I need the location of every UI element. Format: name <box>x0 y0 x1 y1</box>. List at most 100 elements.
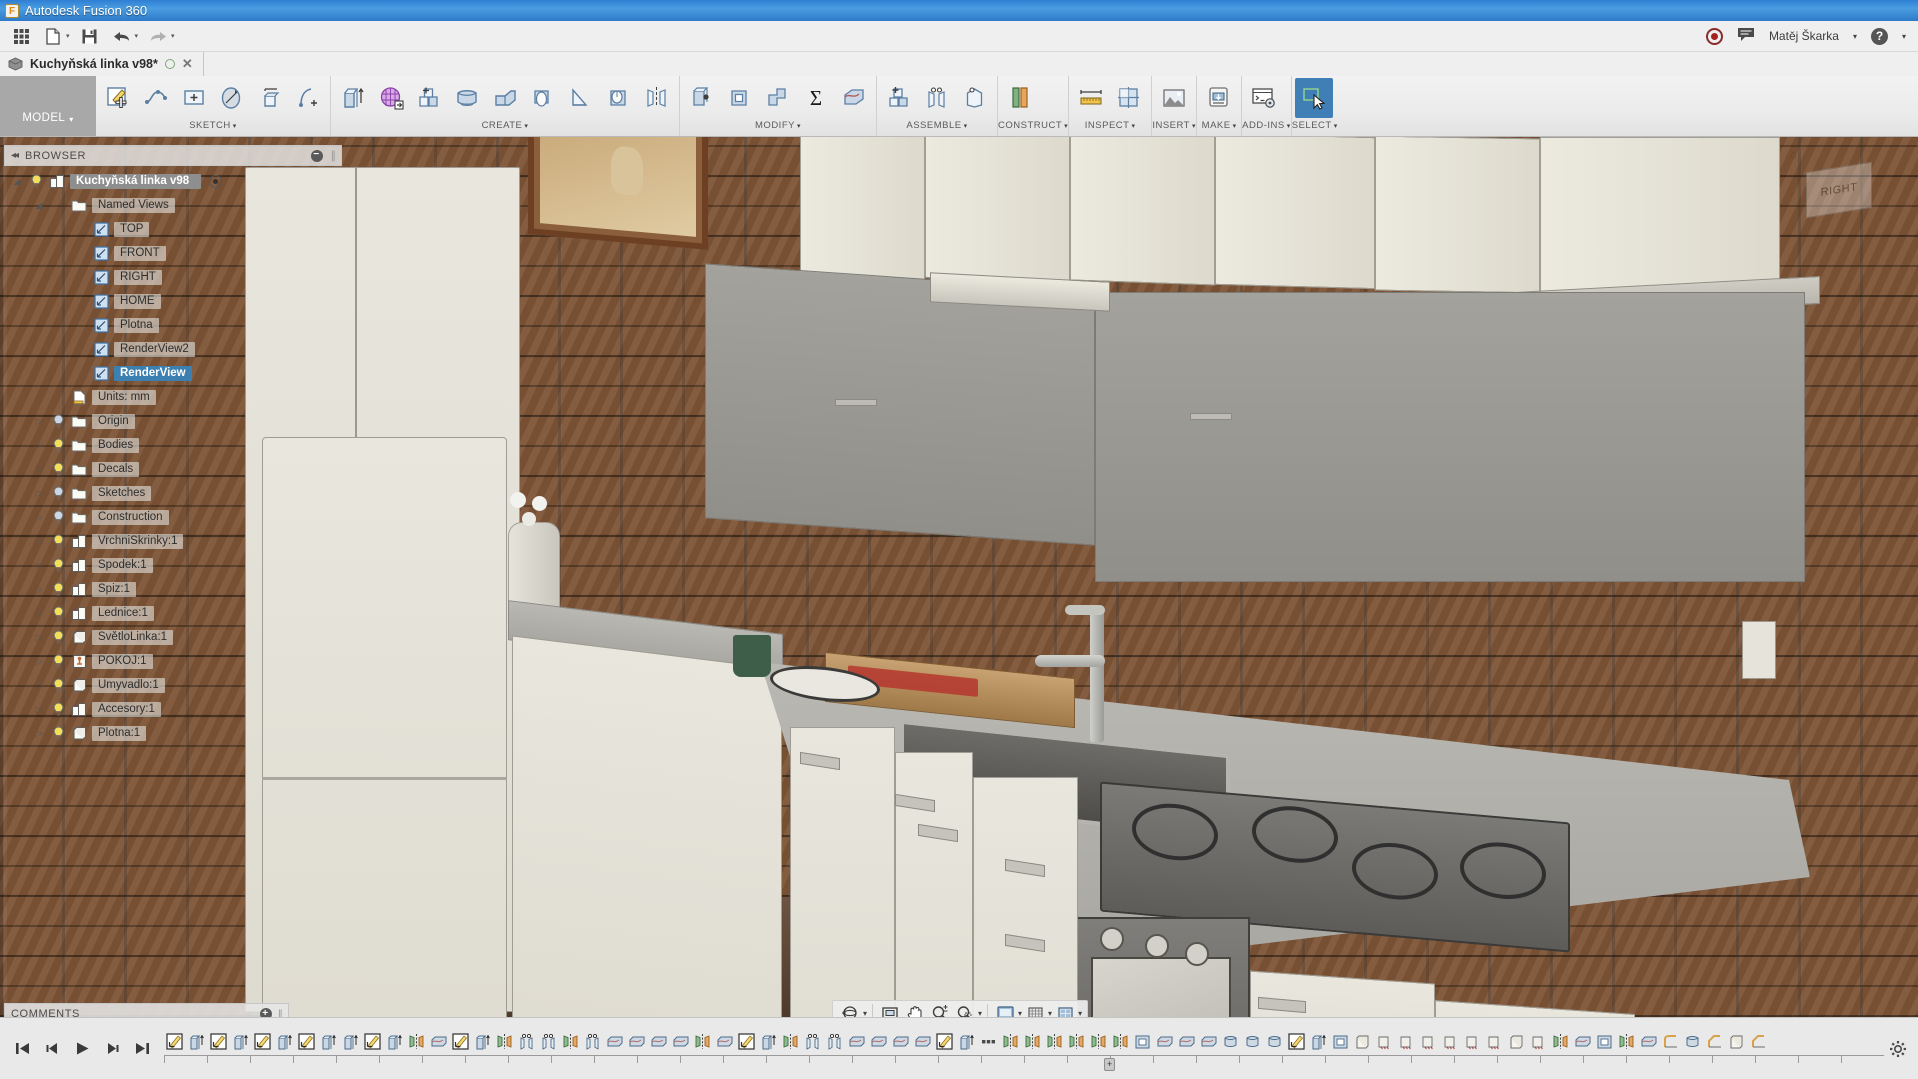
new-file-button[interactable] <box>38 23 68 50</box>
timeline-feature[interactable] <box>450 1029 471 1055</box>
expand-arrow-icon[interactable]: ◢ <box>32 200 46 211</box>
close-icon[interactable]: ✕ <box>182 56 193 72</box>
display-settings-caret-icon[interactable]: ▾ <box>1018 1009 1022 1018</box>
home-view-icon[interactable]: ⌂ <box>1790 149 1797 161</box>
shell-tool[interactable] <box>721 78 759 118</box>
expand-arrow-icon[interactable]: ▷ <box>32 680 46 691</box>
parameters-tool[interactable]: Σ <box>797 78 835 118</box>
timeline-feature[interactable] <box>626 1029 647 1055</box>
timeline-feature[interactable] <box>868 1029 889 1055</box>
visibility-bulb-icon[interactable] <box>50 437 66 453</box>
timeline-feature[interactable] <box>538 1029 559 1055</box>
sweep-tool[interactable] <box>486 78 524 118</box>
timeline-feature[interactable] <box>1616 1029 1637 1055</box>
timeline-feature[interactable] <box>472 1029 493 1055</box>
timeline-feature[interactable] <box>1506 1029 1527 1055</box>
as-built-joint-tool[interactable] <box>956 78 994 118</box>
visibility-bulb-icon[interactable] <box>50 557 66 573</box>
ribbon-panel-caret-icon[interactable]: ▾ <box>1131 123 1135 130</box>
timeline-feature[interactable] <box>1176 1029 1197 1055</box>
redo-button[interactable] <box>143 23 173 50</box>
timeline-feature[interactable] <box>1066 1029 1087 1055</box>
grid-snaps-button[interactable] <box>1023 1002 1047 1017</box>
expand-arrow-icon[interactable]: ◢ <box>10 176 24 187</box>
browser-node-spodek-1[interactable]: ▷ Spodek:1 <box>4 553 342 577</box>
timeline-feature[interactable] <box>230 1029 251 1055</box>
expand-arrow-icon[interactable]: ▷ <box>32 488 46 499</box>
timeline-feature[interactable] <box>340 1029 361 1055</box>
revolve-tool[interactable] <box>448 78 486 118</box>
timeline-feature[interactable] <box>1044 1029 1065 1055</box>
timeline-feature[interactable] <box>582 1029 603 1055</box>
section-analysis-tool[interactable] <box>1110 78 1148 118</box>
timeline-feature[interactable] <box>1330 1029 1351 1055</box>
timeline-go-to-end[interactable] <box>132 1038 152 1060</box>
orbit-button[interactable] <box>838 1002 862 1017</box>
pan-hand-button[interactable] <box>903 1002 927 1017</box>
select-tool[interactable] <box>1294 78 1333 118</box>
timeline-feature[interactable] <box>384 1029 405 1055</box>
expand-arrow-icon[interactable]: ▷ <box>32 440 46 451</box>
timeline-feature[interactable] <box>1462 1029 1483 1055</box>
timeline-feature[interactable] <box>1088 1029 1109 1055</box>
timeline-feature[interactable] <box>1748 1029 1769 1055</box>
new-file-caret-icon[interactable]: ▾ <box>66 32 70 40</box>
create-sketch-tool[interactable] <box>99 78 137 118</box>
timeline-feature[interactable] <box>186 1029 207 1055</box>
timeline-feature[interactable] <box>890 1029 911 1055</box>
look-at-button[interactable] <box>878 1002 902 1017</box>
ribbon-panel-label[interactable]: INSPECT ▾ <box>1069 120 1151 136</box>
timeline-feature[interactable] <box>934 1029 955 1055</box>
pattern-tool[interactable] <box>410 78 448 118</box>
visibility-bulb-icon[interactable] <box>50 605 66 621</box>
browser-node-sv-tlolinka-1[interactable]: ▷ SvětloLinka:1 <box>4 625 342 649</box>
browser-node-home[interactable]: HOME <box>4 289 342 313</box>
timeline-feature[interactable] <box>318 1029 339 1055</box>
save-button[interactable] <box>75 23 105 50</box>
browser-node-front[interactable]: FRONT <box>4 241 342 265</box>
timeline-feature[interactable] <box>758 1029 779 1055</box>
timeline-feature[interactable] <box>1682 1029 1703 1055</box>
help-icon[interactable]: ? <box>1870 27 1888 45</box>
browser-node-named-views[interactable]: ◢ Named Views <box>4 193 342 217</box>
ribbon-panel-caret-icon[interactable]: ▾ <box>233 123 237 130</box>
timeline-feature[interactable] <box>824 1029 845 1055</box>
expand-arrow-icon[interactable]: ▷ <box>32 464 46 475</box>
timeline-feature[interactable] <box>560 1029 581 1055</box>
timeline-feature[interactable] <box>164 1029 185 1055</box>
timeline-feature[interactable] <box>956 1029 977 1055</box>
visibility-bulb-icon[interactable] <box>50 533 66 549</box>
visibility-bulb-icon[interactable] <box>50 701 66 717</box>
timeline-track[interactable]: + <box>164 1027 1884 1071</box>
timeline-feature[interactable] <box>846 1029 867 1055</box>
ribbon-panel-caret-icon[interactable]: ▾ <box>1233 123 1237 130</box>
browser-node-renderview2[interactable]: RenderView2 <box>4 337 342 361</box>
timeline-feature[interactable] <box>692 1029 713 1055</box>
timeline-feature[interactable] <box>714 1029 735 1055</box>
view-cube[interactable]: ⌂ RIGHT <box>1788 143 1906 247</box>
timeline-feature[interactable] <box>1704 1029 1725 1055</box>
timeline-feature[interactable] <box>802 1029 823 1055</box>
visibility-bulb-icon[interactable] <box>50 581 66 597</box>
ribbon-panel-caret-icon[interactable]: ▾ <box>1334 123 1338 130</box>
timeline-feature[interactable] <box>296 1029 317 1055</box>
timeline-feature[interactable] <box>362 1029 383 1055</box>
timeline-feature[interactable] <box>780 1029 801 1055</box>
timeline-feature[interactable] <box>1726 1029 1747 1055</box>
sketch-fillet-tool[interactable] <box>289 78 327 118</box>
browser-node-plotna-1[interactable]: ▷ Plotna:1 <box>4 721 342 745</box>
timeline-go-to-beginning[interactable] <box>12 1038 32 1060</box>
ribbon-panel-label[interactable]: CREATE ▾ <box>331 120 679 136</box>
ribbon-panel-label[interactable]: CONSTRUCT ▾ <box>998 120 1068 136</box>
browser-node-origin[interactable]: ▷ Origin <box>4 409 342 433</box>
timeline-feature[interactable] <box>1220 1029 1241 1055</box>
visibility-bulb-icon[interactable] <box>50 485 66 501</box>
timeline-feature[interactable] <box>1550 1029 1571 1055</box>
timeline-feature[interactable] <box>1660 1029 1681 1055</box>
browser-node-plotna[interactable]: Plotna <box>4 313 342 337</box>
timeline-feature[interactable] <box>208 1029 229 1055</box>
fit-button[interactable] <box>953 1002 977 1017</box>
expand-arrow-icon[interactable]: ▷ <box>32 536 46 547</box>
timeline-feature[interactable] <box>1572 1029 1593 1055</box>
measure-tool[interactable] <box>1072 78 1110 118</box>
